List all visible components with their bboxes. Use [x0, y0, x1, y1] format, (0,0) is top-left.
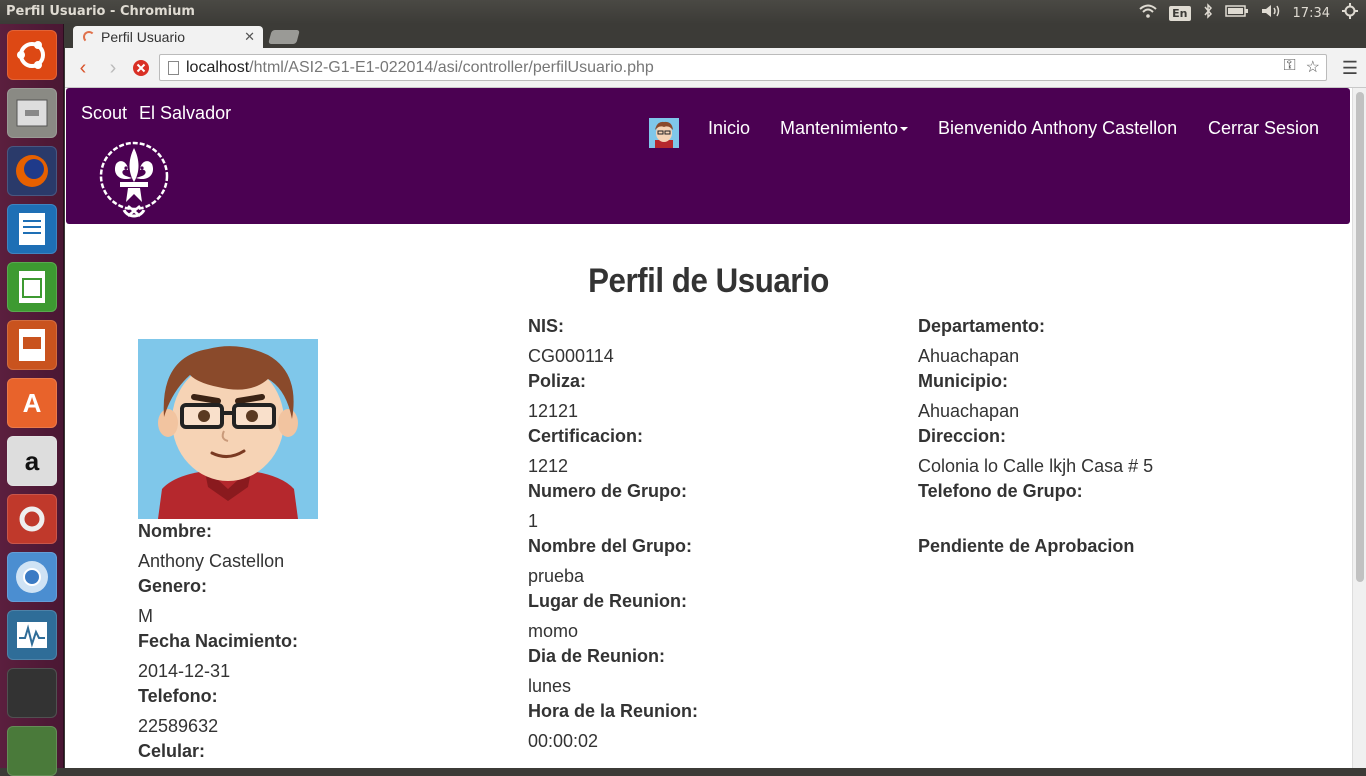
- keyboard-layout-indicator[interactable]: En: [1169, 5, 1191, 21]
- scrollbar-thumb[interactable]: [1356, 92, 1364, 582]
- browser-menu-icon[interactable]: ☰: [1342, 58, 1358, 79]
- label-poliza: Poliza:: [528, 371, 587, 391]
- label-telefono-grupo: Telefono de Grupo:: [918, 481, 1083, 501]
- label-fecha-nacimiento: Fecha Nacimiento:: [138, 631, 299, 651]
- value-certificacion: 1212: [528, 456, 569, 476]
- libreoffice-calc-icon[interactable]: [7, 262, 57, 312]
- close-tab-icon[interactable]: ✕: [244, 29, 255, 45]
- label-nombre-grupo: Nombre del Grupo:: [528, 536, 693, 556]
- value-genero: M: [138, 606, 153, 626]
- settings-gear-icon[interactable]: [1342, 3, 1358, 23]
- page-viewport: Scout El Salvador Inicio Mantenimiento Bi…: [65, 88, 1352, 768]
- bookmark-star-icon[interactable]: ☆: [1306, 57, 1320, 77]
- chromium-icon[interactable]: [7, 552, 57, 602]
- nav-mantenimiento-label: Mantenimiento: [780, 118, 899, 138]
- stop-loading-icon[interactable]: [129, 56, 153, 80]
- nav-bienvenido[interactable]: Bienvenido Anthony Castellon: [938, 118, 1177, 139]
- bluetooth-icon[interactable]: [1203, 3, 1213, 23]
- unity-launcher: A a: [0, 24, 64, 776]
- value-departamento: Ahuachapan: [918, 346, 1020, 366]
- browser-window: Perfil Usuario ✕ ‹ › localhost/html/ASI2…: [65, 24, 1366, 768]
- value-dia-reunion: lunes: [528, 676, 572, 696]
- window-title: Perfil Usuario - Chromium: [6, 4, 195, 19]
- label-direccion: Direccion:: [918, 426, 1007, 446]
- value-poliza: 12121: [528, 401, 579, 421]
- files-icon[interactable]: [7, 88, 57, 138]
- value-nombre: Anthony Castellon: [138, 551, 285, 571]
- tab-title: Perfil Usuario: [101, 29, 186, 45]
- value-numero-grupo: 1: [528, 511, 539, 531]
- label-celular: Celular:: [138, 741, 206, 761]
- label-telefono: Telefono:: [138, 686, 218, 706]
- url-path: /html/ASI2-G1-E1-022014/asi/controller/p…: [249, 59, 654, 76]
- value-telefono: 22589632: [138, 716, 219, 736]
- label-nombre: Nombre:: [138, 521, 213, 541]
- label-nis: NIS:: [528, 316, 564, 336]
- site-brand[interactable]: Scout El Salvador: [81, 103, 243, 124]
- volume-icon[interactable]: [1261, 4, 1281, 22]
- caret-down-icon: [900, 127, 909, 132]
- libreoffice-writer-icon[interactable]: [7, 204, 57, 254]
- page-title: Perfil de Usuario: [588, 262, 829, 300]
- workspace-switcher-icon[interactable]: [7, 668, 57, 718]
- brand-el-salvador: El Salvador: [139, 103, 232, 123]
- trash-icon[interactable]: [7, 726, 57, 776]
- key-icon[interactable]: ⚿: [1283, 57, 1295, 77]
- amazon-icon[interactable]: a: [7, 436, 57, 486]
- label-departamento: Departamento:: [918, 316, 1046, 336]
- page-scrollbar[interactable]: [1352, 88, 1366, 768]
- brand-scout: Scout: [81, 103, 128, 123]
- ubuntu-dash-icon[interactable]: [7, 30, 57, 80]
- status-pendiente-aprobacion: Pendiente de Aprobacion: [918, 536, 1135, 556]
- new-tab-button[interactable]: [268, 30, 300, 44]
- back-arrow-icon[interactable]: ‹: [71, 56, 95, 80]
- libreoffice-impress-icon[interactable]: [7, 320, 57, 370]
- nav-cerrar-sesion[interactable]: Cerrar Sesion: [1208, 118, 1319, 139]
- label-lugar-reunion: Lugar de Reunion:: [528, 591, 687, 611]
- url-host: localhost: [186, 59, 250, 76]
- page-icon: [168, 61, 179, 75]
- label-certificacion: Certificacion:: [528, 426, 644, 446]
- value-direccion: Colonia lo Calle lkjh Casa # 5: [918, 456, 1154, 476]
- label-hora-reunion: Hora de la Reunion:: [528, 701, 699, 721]
- value-fecha-nacimiento: 2014-12-31: [138, 661, 231, 681]
- system-tray: En 17:34: [1139, 3, 1358, 23]
- label-municipio: Municipio:: [918, 371, 1008, 391]
- nav-inicio[interactable]: Inicio: [708, 118, 750, 139]
- nav-user-avatar[interactable]: [649, 118, 679, 148]
- tab-strip: Perfil Usuario ✕: [65, 24, 1366, 48]
- nav-mantenimiento[interactable]: Mantenimiento: [780, 118, 909, 139]
- value-nombre-grupo: prueba: [528, 566, 585, 586]
- system-monitor-icon[interactable]: [7, 610, 57, 660]
- label-genero: Genero:: [138, 576, 208, 596]
- profile-avatar: [138, 339, 318, 519]
- value-hora-reunion: 00:00:02: [528, 731, 599, 751]
- label-dia-reunion: Dia de Reunion:: [528, 646, 666, 666]
- system-settings-icon[interactable]: [7, 494, 57, 544]
- tab-perfil-usuario[interactable]: Perfil Usuario ✕: [73, 26, 263, 48]
- battery-icon[interactable]: [1224, 5, 1249, 21]
- value-nis: CG000114: [528, 346, 614, 366]
- browser-toolbar: ‹ › localhost/html/ASI2-G1-E1-022014/asi…: [65, 48, 1366, 88]
- software-center-icon[interactable]: A: [7, 378, 57, 428]
- clock[interactable]: 17:34: [1293, 6, 1330, 21]
- label-numero-grupo: Numero de Grupo:: [528, 481, 688, 501]
- forward-arrow-icon[interactable]: ›: [101, 56, 125, 80]
- address-bar[interactable]: localhost/html/ASI2-G1-E1-022014/asi/con…: [159, 54, 1327, 81]
- scout-fleur-de-lis-logo[interactable]: [98, 138, 170, 222]
- top-panel: Perfil Usuario - Chromium En 17:34: [0, 0, 1366, 24]
- firefox-icon[interactable]: [7, 146, 57, 196]
- wifi-icon[interactable]: [1139, 4, 1157, 22]
- value-lugar-reunion: momo: [528, 621, 579, 641]
- loading-spinner-icon: [83, 31, 95, 43]
- value-municipio: Ahuachapan: [918, 401, 1020, 421]
- site-navbar: Scout El Salvador Inicio Mantenimiento Bi…: [66, 88, 1350, 224]
